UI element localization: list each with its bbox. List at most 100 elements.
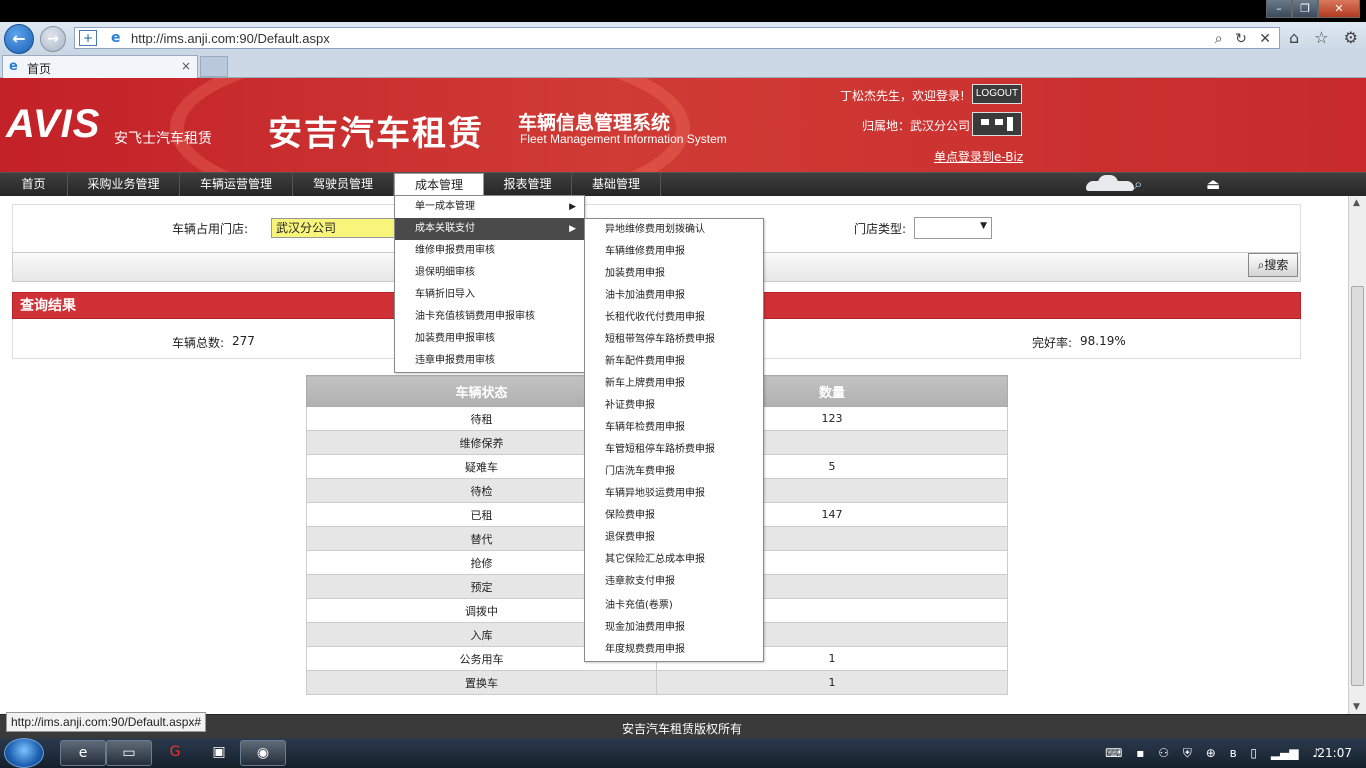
submenu-item[interactable]: 长租代收代付费用申报 — [585, 307, 763, 329]
store-label: 车辆占用门店: — [172, 222, 249, 236]
avis-logo: AVIS — [6, 102, 101, 146]
submenu-item[interactable]: 违章款支付申报 — [585, 571, 763, 593]
count-cell: 1 — [656, 670, 1008, 695]
copyright-text: 安吉汽车租赁版权所有 — [622, 722, 743, 736]
submenu-item[interactable]: 车管短租停车路桥费申报 — [585, 439, 763, 461]
shield-icon[interactable]: ⛨ — [1183, 746, 1192, 760]
submenu-item[interactable]: 现金加油费用申报 — [585, 617, 763, 639]
submenu-item[interactable]: 异地维修费用划拨确认 — [585, 219, 763, 241]
scroll-thumb[interactable] — [1351, 286, 1364, 686]
compatibility-icon[interactable]: + — [79, 30, 97, 46]
plus-icon[interactable]: ⊕ — [1206, 746, 1216, 760]
magnifier-icon[interactable]: ⌕ — [1134, 175, 1142, 193]
browser-titlebar: – ❐ ✕ — [0, 0, 1366, 22]
submenu-item[interactable]: 门店洗车费申报 — [585, 461, 763, 483]
nav-driver[interactable]: 驾驶员管理 — [293, 173, 394, 197]
minimize-button[interactable]: – — [1266, 0, 1292, 18]
vertical-scrollbar[interactable]: ▲ ▼ — [1348, 196, 1366, 714]
network-icon[interactable]: ⚇ — [1158, 746, 1169, 760]
menu-item[interactable]: 退保明细审核 — [395, 262, 584, 284]
cost-payment-submenu: 异地维修费用划拨确认 车辆维修费用申报 加装费用申报 油卡加油费用申报 长租代收… — [584, 218, 764, 662]
menu-item[interactable]: 违章申报费用审核 — [395, 350, 584, 372]
status-cell: 置换车 — [306, 670, 657, 695]
submenu-item[interactable]: 短租带驾停车路桥费申报 — [585, 329, 763, 351]
submenu-item[interactable]: 车辆维修费用申报 — [585, 241, 763, 263]
store-input[interactable]: 武汉分公司 — [271, 218, 401, 238]
forward-button[interactable]: → — [40, 26, 66, 52]
close-tab-icon[interactable]: × — [181, 59, 191, 73]
stop-icon[interactable]: ✕ — [1259, 31, 1271, 47]
store-type-select[interactable] — [914, 217, 992, 239]
submenu-item[interactable]: 油卡加油费用申报 — [585, 285, 763, 307]
tab-label: 首页 — [27, 62, 52, 76]
home-icon[interactable]: ⌂ — [1289, 28, 1299, 47]
menu-item[interactable]: 车辆折旧导入 — [395, 284, 584, 306]
submenu-item[interactable]: 保险费申报 — [585, 505, 763, 527]
rate-value: 98.19% — [1080, 334, 1126, 348]
search-button[interactable]: ⌕搜索 — [1248, 253, 1298, 277]
total-label: 车辆总数: — [172, 336, 225, 350]
system-title-en: Fleet Management Information System — [520, 132, 727, 146]
store-type-label: 门店类型: — [854, 222, 907, 236]
org-chart-button[interactable] — [972, 112, 1022, 136]
back-button[interactable]: ← — [4, 24, 34, 54]
submenu-item[interactable]: 新车配件费用申报 — [585, 351, 763, 373]
main-nav: 首页 采购业务管理 车辆运营管理 驾驶员管理 成本管理 报表管理 基础管理 ⌕ … — [0, 172, 1366, 197]
menu-item[interactable]: 维修申报费用审核 — [395, 240, 584, 262]
submenu-item[interactable]: 年度规费费用申报 — [585, 639, 763, 661]
submenu-item[interactable]: 新车上牌费用申报 — [585, 373, 763, 395]
start-button[interactable] — [4, 738, 44, 768]
car-search-icon[interactable] — [1086, 175, 1134, 191]
submenu-item[interactable]: 加装费用申报 — [585, 263, 763, 285]
submenu-item[interactable]: 车辆异地驳运费用申报 — [585, 483, 763, 505]
ebiz-sso-link[interactable]: 单点登录到e-Biz — [934, 148, 1023, 165]
org-node-icon — [1007, 117, 1013, 131]
scroll-down-icon[interactable]: ▼ — [1353, 702, 1360, 712]
status-bar-url: http://ims.anji.com:90/Default.aspx# — [6, 712, 207, 732]
favorites-icon[interactable]: ☆ — [1314, 28, 1328, 47]
url-text[interactable]: http://ims.anji.com:90/Default.aspx — [131, 31, 330, 46]
scroll-up-icon[interactable]: ▲ — [1353, 198, 1360, 208]
nav-procurement[interactable]: 采购业务管理 — [68, 173, 180, 197]
brand-title: 安吉汽车租赁 — [268, 114, 484, 154]
menu-item-cost-payment[interactable]: 成本关联支付 ▶ — [395, 218, 584, 240]
welcome-text: 丁松杰先生，欢迎登录! — [840, 89, 965, 103]
eject-icon[interactable]: ⏏ — [1206, 175, 1220, 193]
submenu-item[interactable]: 油卡充值(卷票) — [585, 595, 763, 617]
submenu-item[interactable]: 车辆年检费用申报 — [585, 417, 763, 439]
bluetooth-icon[interactable]: ʙ — [1230, 746, 1237, 760]
settings-gear-icon[interactable]: ⚙ — [1344, 28, 1358, 47]
refresh-icon[interactable]: ↻ — [1235, 31, 1247, 47]
menu-item[interactable]: 加装费用申报审核 — [395, 328, 584, 350]
network-app-taskbar-icon[interactable]: ▣ — [196, 740, 242, 766]
explorer-taskbar-icon[interactable]: ▭ — [106, 740, 152, 766]
menu-item-single-cost[interactable]: 单一成本管理 ▶ — [395, 196, 584, 218]
tab-home[interactable]: e 首页 × — [2, 55, 198, 78]
clock[interactable]: 21:07 — [1317, 746, 1352, 760]
menu-item[interactable]: 油卡充值核销费用申报审核 — [395, 306, 584, 328]
search-icon[interactable]: ⌕ — [1215, 31, 1223, 47]
submenu-item[interactable]: 退保费申报 — [585, 527, 763, 549]
app-taskbar-icon[interactable]: ◉ — [240, 740, 286, 766]
menu-item-label: 成本关联支付 — [415, 223, 475, 234]
new-tab-button[interactable] — [200, 56, 228, 77]
signal-icon[interactable]: ▂▄▆ — [1271, 746, 1299, 760]
display-icon[interactable]: ▪ — [1136, 746, 1144, 760]
nav-basic[interactable]: 基础管理 — [572, 173, 661, 197]
logout-button[interactable]: LOGOUT — [972, 84, 1022, 104]
submenu-item[interactable]: 其它保险汇总成本申报 — [585, 549, 763, 571]
close-window-button[interactable]: ✕ — [1318, 0, 1360, 18]
nav-cost[interactable]: 成本管理 — [394, 173, 484, 197]
cost-menu: 单一成本管理 ▶ 成本关联支付 ▶ 维修申报费用审核 退保明细审核 车辆折旧导入 油… — [394, 195, 585, 373]
address-field[interactable]: + e http://ims.anji.com:90/Default.aspx … — [74, 27, 1280, 49]
nav-vehicle-ops[interactable]: 车辆运营管理 — [180, 173, 293, 197]
app-g-taskbar-icon[interactable]: G — [152, 740, 198, 766]
submenu-item[interactable]: 补证费申报 — [585, 395, 763, 417]
restore-button[interactable]: ❐ — [1292, 0, 1318, 18]
battery-icon[interactable]: ▯ — [1250, 746, 1257, 760]
nav-report[interactable]: 报表管理 — [484, 173, 572, 197]
ie-taskbar-icon[interactable]: e — [60, 740, 106, 766]
keyboard-icon[interactable]: ⌨ — [1105, 746, 1122, 760]
nav-home[interactable]: 首页 — [0, 173, 68, 197]
system-tray: ⌨ ▪ ⚇ ⛨ ⊕ ʙ ▯ ▂▄▆ ♪ — [1095, 746, 1320, 761]
